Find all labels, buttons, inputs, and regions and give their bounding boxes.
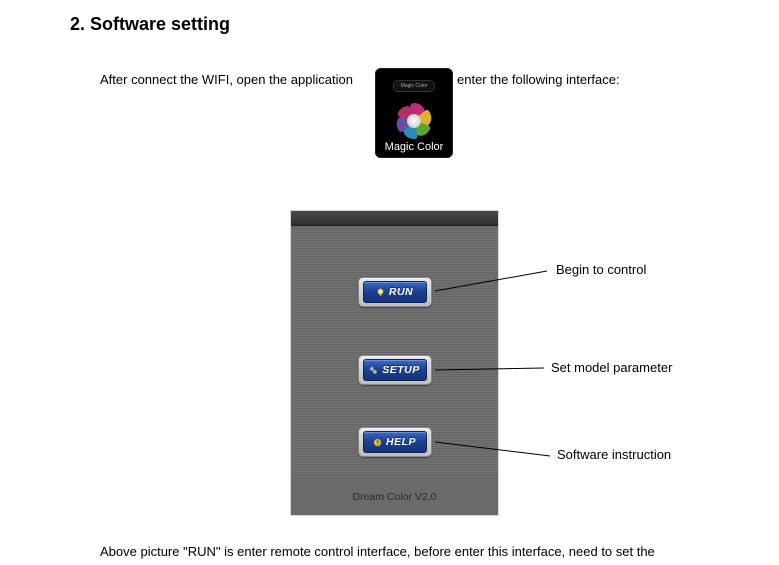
gears-icon bbox=[369, 366, 378, 375]
section-heading: 2. Software setting bbox=[70, 14, 230, 35]
phone-screenshot: RUN SETUP ? HELP bbox=[291, 211, 498, 515]
callout-run: Begin to control bbox=[556, 262, 646, 277]
intro-right-text: enter the following interface: bbox=[457, 70, 620, 90]
intro-line: After connect the WIFI, open the applica… bbox=[100, 70, 353, 90]
app-icon-pill: Magic Color bbox=[393, 80, 435, 92]
setup-button-inner: SETUP bbox=[363, 359, 427, 381]
phone-version-text: Dream Color V2.0 bbox=[291, 491, 498, 503]
bottom-paragraph: Above picture "RUN" is enter remote cont… bbox=[100, 544, 655, 559]
intro-left-text: After connect the WIFI, open the applica… bbox=[100, 70, 353, 90]
app-icon-label: Magic Color bbox=[375, 141, 453, 153]
svg-text:?: ? bbox=[376, 440, 379, 446]
page-root: 2. Software setting After connect the WI… bbox=[0, 0, 779, 565]
app-icon: Magic Color Magic Color bbox=[375, 68, 453, 158]
callout-help: Software instruction bbox=[557, 447, 671, 462]
help-button-inner: ? HELP bbox=[363, 431, 427, 453]
setup-button-label: SETUP bbox=[382, 364, 420, 376]
help-icon: ? bbox=[373, 438, 382, 447]
help-button[interactable]: ? HELP bbox=[358, 427, 432, 457]
callout-setup: Set model parameter bbox=[551, 360, 672, 375]
magic-color-icon bbox=[389, 96, 439, 146]
run-button[interactable]: RUN bbox=[358, 277, 432, 307]
bulb-icon bbox=[376, 288, 385, 297]
phone-statusbar bbox=[291, 211, 498, 226]
help-button-label: HELP bbox=[386, 436, 416, 448]
setup-button[interactable]: SETUP bbox=[358, 355, 432, 385]
run-button-label: RUN bbox=[389, 286, 413, 298]
run-button-inner: RUN bbox=[363, 281, 427, 303]
intro-line-right-wrap: enter the following interface: bbox=[457, 70, 620, 90]
